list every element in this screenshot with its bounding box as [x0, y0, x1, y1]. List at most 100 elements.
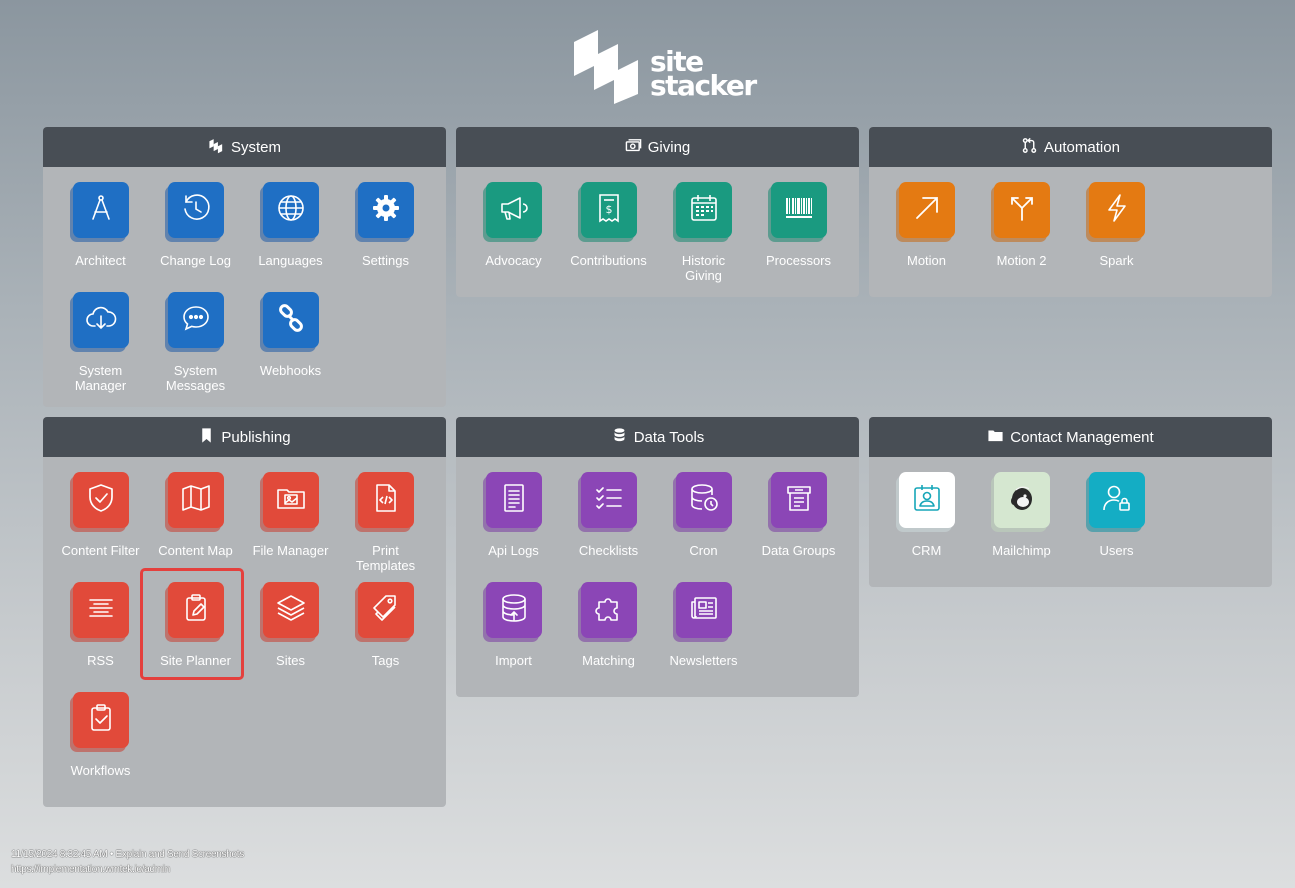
tile-label: System Manager — [74, 363, 127, 393]
tile-label: System Messages — [165, 363, 226, 393]
tile-architect[interactable]: Architect — [53, 182, 148, 268]
cloud-download-icon — [85, 302, 117, 339]
tile-label: Print Templates — [355, 543, 416, 573]
file-list-icon — [783, 482, 815, 519]
tile-label: Processors — [765, 253, 832, 268]
tile-label: Tags — [371, 653, 400, 668]
tile-data-groups[interactable]: Data Groups — [751, 472, 846, 558]
tile-contributions[interactable]: $ Contributions — [561, 182, 656, 268]
tile-processors[interactable]: Processors — [751, 182, 846, 268]
mailchimp-icon — [1006, 482, 1038, 519]
tile-rss[interactable]: RSS — [53, 582, 148, 668]
tile-workflows[interactable]: Workflows — [53, 692, 148, 778]
tile-label: Workflows — [70, 763, 131, 778]
tile-label: Api Logs — [488, 543, 539, 558]
tile-matching[interactable]: Matching — [561, 582, 656, 668]
svg-text:$: $ — [605, 203, 612, 216]
logo-text-stacker: stacker — [650, 69, 757, 102]
panel-title-datatools: Data Tools — [633, 428, 705, 446]
clipboard-check-icon — [85, 702, 117, 739]
tile-users[interactable]: Users — [1069, 472, 1164, 558]
receipt-icon: $ — [593, 192, 625, 229]
tile-label: File Manager — [252, 543, 329, 558]
tile-label: Spark — [1099, 253, 1134, 268]
panel-header-contact: Contact Management — [869, 417, 1272, 457]
tile-label: Mailchimp — [992, 543, 1051, 558]
tile-crm[interactable]: CRM — [879, 472, 974, 558]
globe-icon — [275, 192, 307, 229]
tile-settings[interactable]: Settings — [338, 182, 433, 268]
tile-change-log[interactable]: Change Log — [148, 182, 243, 268]
tile-advocacy[interactable]: Advocacy — [466, 182, 561, 268]
site-planner-highlight — [140, 568, 244, 680]
tile-label: Motion — [906, 253, 947, 268]
panel-header-system: System — [43, 127, 446, 167]
gear-icon — [370, 192, 402, 229]
tile-system-manager[interactable]: System Manager — [53, 292, 148, 393]
tile-mailchimp[interactable]: Mailchimp — [974, 472, 1069, 558]
tile-label: CRM — [911, 543, 942, 558]
tile-label: Cron — [689, 543, 718, 558]
panel-title-automation: Automation — [1044, 138, 1120, 156]
calendar-icon — [688, 192, 720, 229]
tile-label: Historic Giving — [681, 253, 726, 283]
tile-api-logs[interactable]: Api Logs — [466, 472, 561, 558]
tile-label: Languages — [258, 253, 323, 268]
tile-label: Users — [1099, 543, 1134, 558]
tile-newsletters[interactable]: Newsletters — [656, 582, 751, 668]
panel-title-giving: Giving — [647, 138, 691, 156]
compass-icon — [85, 192, 117, 229]
tile-label: Contributions — [570, 253, 647, 268]
user-lock-icon — [1101, 482, 1133, 519]
tile-label: RSS — [87, 653, 114, 668]
tile-system-messages[interactable]: System Messages — [148, 292, 243, 393]
document-icon — [498, 482, 530, 519]
contact-card-icon — [911, 482, 943, 519]
puzzle-icon — [593, 592, 625, 629]
panel-header-publishing: Publishing — [43, 417, 446, 457]
tile-label: Newsletters — [669, 653, 738, 668]
lightning-icon — [1101, 192, 1133, 229]
tile-label: Content Map — [158, 543, 233, 558]
site-stacker-logo: site stacker — [572, 28, 757, 106]
tile-checklists[interactable]: Checklists — [561, 472, 656, 558]
tile-content-filter[interactable]: Content Filter — [53, 472, 148, 558]
tile-import[interactable]: Import — [466, 582, 561, 668]
tags-icon — [370, 592, 402, 629]
tile-sites[interactable]: Sites — [243, 582, 338, 668]
tile-webhooks[interactable]: Webhooks — [243, 292, 338, 378]
tile-label: Advocacy — [485, 253, 542, 268]
tile-motion-2[interactable]: Motion 2 — [974, 182, 1069, 268]
tile-label: Data Groups — [761, 543, 836, 558]
tile-label: Change Log — [160, 253, 231, 268]
tile-file-manager[interactable]: File Manager — [243, 472, 338, 558]
tile-cron[interactable]: Cron — [656, 472, 751, 558]
megaphone-icon — [498, 192, 530, 229]
tile-label: Architect — [75, 253, 126, 268]
tile-label: Import — [495, 653, 532, 668]
tile-tags[interactable]: Tags — [338, 582, 433, 668]
tile-content-map[interactable]: Content Map — [148, 472, 243, 558]
tile-label: Webhooks — [259, 363, 322, 378]
tile-spark[interactable]: Spark — [1069, 182, 1164, 268]
tile-label: Sites — [276, 653, 305, 668]
database-upload-icon — [498, 592, 530, 629]
tile-historic-giving[interactable]: Historic Giving — [656, 182, 751, 283]
panel-header-automation: Automation — [869, 127, 1272, 167]
tile-languages[interactable]: Languages — [243, 182, 338, 268]
layers-icon — [275, 592, 307, 629]
newspaper-icon — [688, 592, 720, 629]
panel-title-system: System — [230, 138, 281, 156]
tile-motion[interactable]: Motion — [879, 182, 974, 268]
tile-print-templates[interactable]: Print Templates — [338, 472, 433, 573]
pull-request-icon — [1021, 137, 1038, 158]
arrow-up-right-icon — [911, 192, 943, 229]
shield-check-icon — [85, 482, 117, 519]
tile-label: Motion 2 — [996, 253, 1047, 268]
panel-header-giving: Giving — [456, 127, 859, 167]
panel-title-contact: Contact Management — [1010, 428, 1154, 446]
tile-label: Content Filter — [61, 543, 140, 558]
database-clock-icon — [688, 482, 720, 519]
code-file-icon — [370, 482, 402, 519]
money-icon — [625, 137, 642, 158]
